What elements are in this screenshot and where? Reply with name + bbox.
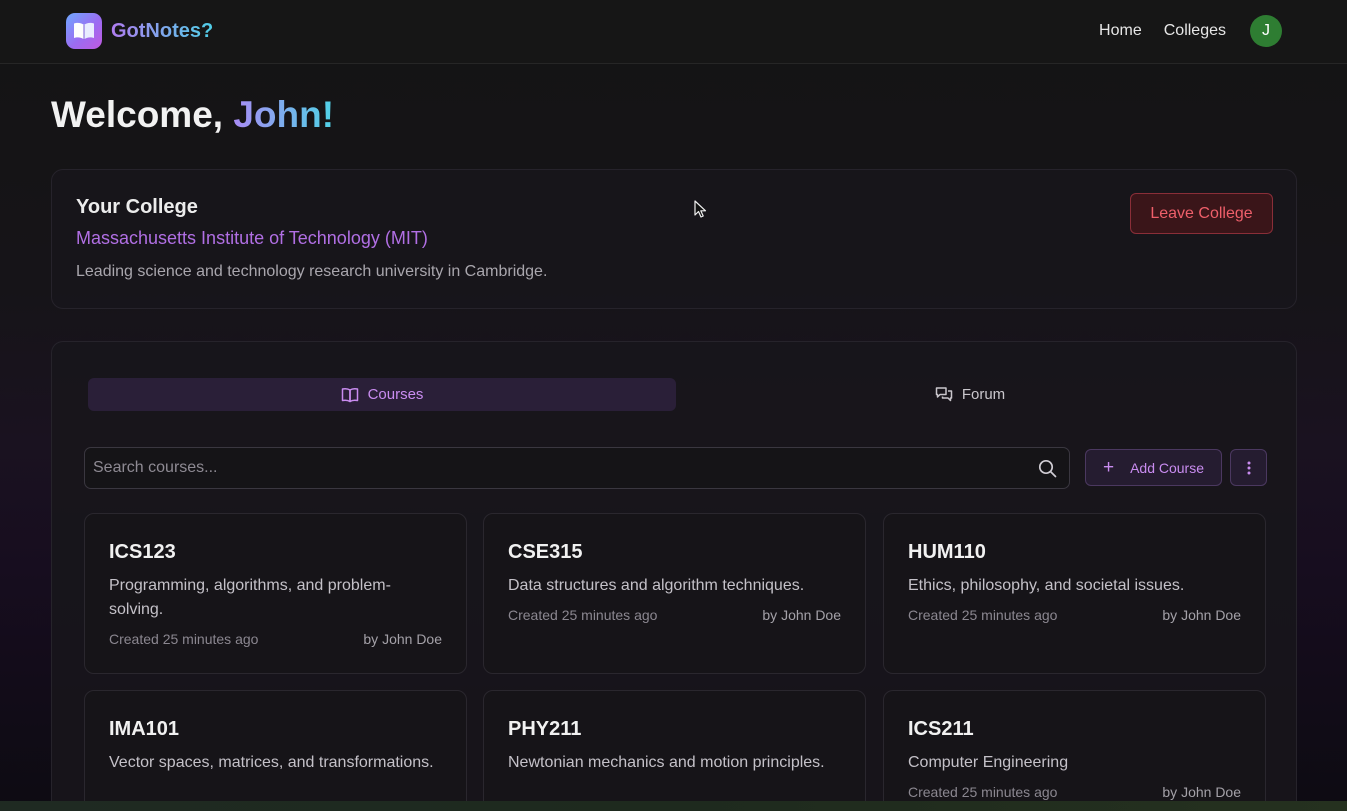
- welcome-user-name: John!: [233, 94, 335, 135]
- college-name: Massachusetts Institute of Technology (M…: [76, 228, 428, 248]
- top-navbar: GotNotes? Home Colleges J: [0, 0, 1347, 64]
- course-author: by John Doe: [363, 631, 442, 647]
- course-code: ICS123: [109, 541, 176, 563]
- welcome-prefix: Welcome,: [51, 94, 234, 135]
- mouse-cursor-icon: [694, 200, 707, 218]
- course-created: Created 25 minutes ago: [908, 607, 1058, 623]
- course-description: Programming, algorithms, and problem-sol…: [109, 577, 391, 618]
- open-book-logo-icon: [66, 13, 102, 49]
- college-card: Your College Massachusetts Institute of …: [51, 169, 1297, 309]
- course-created: Created 25 minutes ago: [508, 607, 658, 623]
- college-description: Leading science and technology research …: [76, 263, 548, 280]
- user-avatar[interactable]: J: [1250, 15, 1282, 47]
- book-open-icon: [341, 387, 358, 402]
- tab-courses-label: Courses: [367, 386, 424, 403]
- course-card[interactable]: ICS123 Programming, algorithms, and prob…: [84, 513, 467, 674]
- course-code: ICS211: [908, 718, 974, 740]
- nav-links: Home Colleges J: [1099, 15, 1282, 47]
- more-options-button[interactable]: [1230, 449, 1267, 486]
- course-card[interactable]: ICS211 Computer Engineering Created 25 m…: [883, 690, 1266, 811]
- course-description: Newtonian mechanics and motion principle…: [508, 754, 825, 771]
- course-created: Created 25 minutes ago: [908, 784, 1058, 800]
- tab-courses[interactable]: Courses: [88, 378, 676, 411]
- tab-forum[interactable]: Forum: [676, 378, 1264, 411]
- add-course-button[interactable]: + Add Course: [1085, 449, 1222, 486]
- course-code: PHY211: [508, 718, 582, 740]
- course-card[interactable]: CSE315 Data structures and algorithm tec…: [483, 513, 866, 674]
- course-author: by John Doe: [1162, 784, 1241, 800]
- course-code: IMA101: [109, 718, 180, 740]
- college-section-title: Your College: [76, 196, 198, 218]
- course-description: Ethics, philosophy, and societal issues.: [908, 577, 1185, 594]
- course-author: by John Doe: [1162, 607, 1241, 623]
- search-courses-input[interactable]: [85, 448, 1025, 488]
- welcome-heading: Welcome, John!: [51, 94, 334, 136]
- course-meta: Created 25 minutes ago by John Doe: [908, 607, 1241, 623]
- course-meta: Created 25 minutes ago by John Doe: [908, 784, 1241, 800]
- plus-icon: +: [1102, 457, 1115, 478]
- leave-college-button[interactable]: Leave College: [1130, 193, 1273, 234]
- nav-home-link[interactable]: Home: [1099, 22, 1142, 40]
- search-box: [84, 447, 1070, 489]
- course-code: HUM110: [908, 541, 986, 563]
- chat-bubbles-icon: [935, 387, 953, 402]
- course-description: Computer Engineering: [908, 754, 1069, 771]
- vertical-dots-icon: [1247, 461, 1250, 474]
- course-card[interactable]: PHY211 Newtonian mechanics and motion pr…: [483, 690, 866, 811]
- course-created: Created 25 minutes ago: [109, 631, 259, 647]
- brand-link[interactable]: GotNotes?: [66, 13, 213, 49]
- nav-colleges-link[interactable]: Colleges: [1164, 22, 1226, 40]
- brand-name: GotNotes?: [111, 19, 214, 42]
- tab-forum-label: Forum: [961, 386, 1006, 403]
- course-card[interactable]: IMA101 Vector spaces, matrices, and tran…: [84, 690, 467, 811]
- course-code: CSE315: [508, 541, 583, 563]
- course-meta: Created 25 minutes ago by John Doe: [109, 631, 442, 647]
- window-bottom-edge: [0, 801, 1347, 811]
- course-card[interactable]: HUM110 Ethics, philosophy, and societal …: [883, 513, 1266, 674]
- course-author: by John Doe: [762, 607, 841, 623]
- add-course-label: Add Course: [1130, 459, 1205, 476]
- course-description: Vector spaces, matrices, and transformat…: [109, 754, 434, 771]
- course-meta: Created 25 minutes ago by John Doe: [508, 607, 841, 623]
- course-description: Data structures and algorithm techniques…: [508, 577, 805, 594]
- courses-panel: Courses Forum + Add Course ICS123 Progra…: [51, 341, 1297, 811]
- search-icon[interactable]: [1038, 459, 1057, 478]
